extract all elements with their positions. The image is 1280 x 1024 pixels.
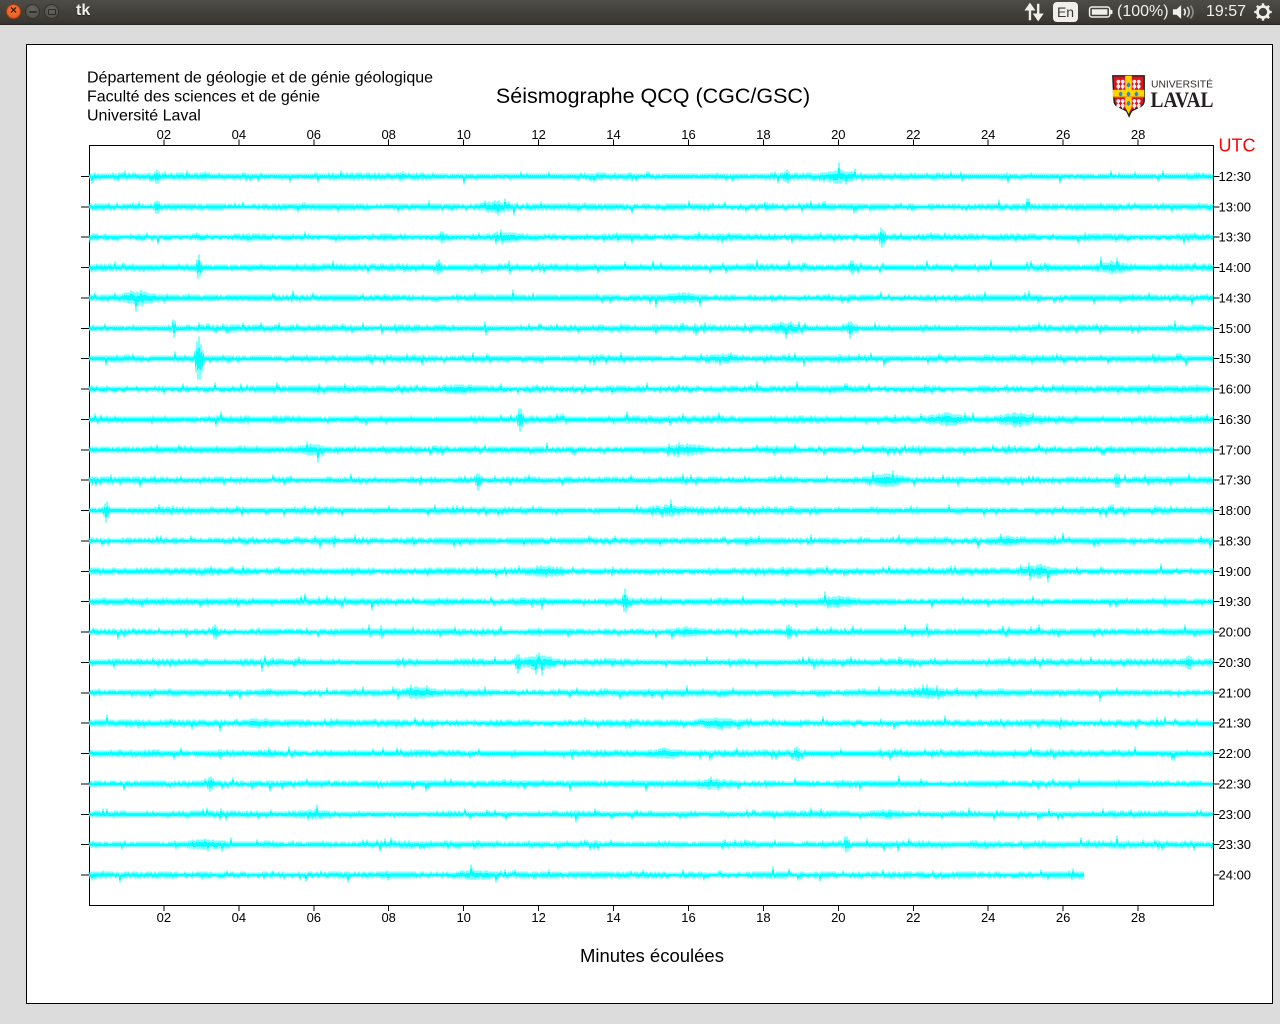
- svg-text:14: 14: [606, 127, 620, 142]
- svg-text:26: 26: [1056, 127, 1070, 142]
- svg-text:17:30: 17:30: [1219, 473, 1252, 488]
- svg-text:19:30: 19:30: [1219, 594, 1252, 609]
- svg-text:18:30: 18:30: [1219, 533, 1252, 548]
- svg-text:14:30: 14:30: [1219, 291, 1252, 306]
- svg-text:20: 20: [831, 127, 845, 142]
- svg-text:Département de géologie et de: Département de géologie et de génie géol…: [87, 70, 433, 87]
- svg-text:22: 22: [906, 910, 920, 925]
- svg-text:12:30: 12:30: [1219, 169, 1252, 184]
- svg-text:08: 08: [381, 910, 395, 925]
- svg-text:18:00: 18:00: [1219, 503, 1252, 518]
- svg-text:13:30: 13:30: [1219, 230, 1252, 245]
- svg-text:16: 16: [681, 127, 695, 142]
- svg-text:20:00: 20:00: [1219, 625, 1252, 640]
- svg-text:02: 02: [157, 910, 171, 925]
- svg-text:26: 26: [1056, 910, 1070, 925]
- svg-text:22:30: 22:30: [1219, 776, 1252, 791]
- svg-text:Minutes écoulées: Minutes écoulées: [580, 945, 724, 966]
- svg-text:10: 10: [456, 127, 470, 142]
- svg-text:04: 04: [232, 910, 246, 925]
- svg-text:18: 18: [756, 127, 770, 142]
- svg-text:28: 28: [1131, 910, 1145, 925]
- svg-text:22:00: 22:00: [1219, 746, 1252, 761]
- svg-text:18: 18: [756, 910, 770, 925]
- svg-text:28: 28: [1131, 127, 1145, 142]
- svg-text:Séismographe QCQ (CGC/GSC): Séismographe QCQ (CGC/GSC): [496, 84, 810, 108]
- svg-text:21:30: 21:30: [1219, 716, 1252, 731]
- svg-text:15:00: 15:00: [1219, 321, 1252, 336]
- svg-text:08: 08: [381, 127, 395, 142]
- svg-text:02: 02: [157, 127, 171, 142]
- svg-text:21:00: 21:00: [1219, 685, 1252, 700]
- svg-text:20: 20: [831, 910, 845, 925]
- svg-text:23:30: 23:30: [1219, 837, 1252, 852]
- svg-text:16:30: 16:30: [1219, 412, 1252, 427]
- svg-text:16:00: 16:00: [1219, 382, 1252, 397]
- svg-text:19:00: 19:00: [1219, 564, 1252, 579]
- svg-text:LAVAL: LAVAL: [1151, 87, 1214, 112]
- svg-text:04: 04: [232, 127, 246, 142]
- svg-text:24: 24: [981, 127, 995, 142]
- svg-text:17:00: 17:00: [1219, 442, 1252, 457]
- svg-text:06: 06: [307, 127, 321, 142]
- svg-text:15:30: 15:30: [1219, 351, 1252, 366]
- svg-text:24: 24: [981, 910, 995, 925]
- svg-text:06: 06: [307, 910, 321, 925]
- svg-text:23:00: 23:00: [1219, 807, 1252, 822]
- svg-text:12: 12: [531, 127, 545, 142]
- svg-text:12: 12: [531, 910, 545, 925]
- svg-text:14: 14: [606, 910, 620, 925]
- svg-text:24:00: 24:00: [1219, 868, 1252, 883]
- svg-text:16: 16: [681, 910, 695, 925]
- svg-text:Université Laval: Université Laval: [87, 108, 201, 125]
- svg-text:22: 22: [906, 127, 920, 142]
- svg-text:10: 10: [456, 910, 470, 925]
- svg-text:Faculté des sciences et de gén: Faculté des sciences et de génie: [87, 89, 320, 106]
- svg-text:13:00: 13:00: [1219, 199, 1252, 214]
- svg-text:14:00: 14:00: [1219, 260, 1252, 275]
- svg-text:UTC: UTC: [1219, 136, 1256, 156]
- svg-text:20:30: 20:30: [1219, 655, 1252, 670]
